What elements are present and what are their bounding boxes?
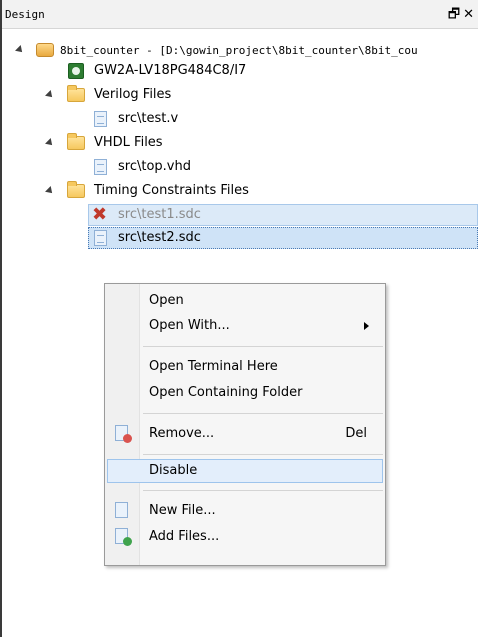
timing-file-1-label: src\test1.sdc bbox=[118, 207, 201, 222]
disabled-x-icon: ✖ bbox=[92, 204, 108, 225]
restore-icon[interactable]: 🗗 bbox=[448, 7, 460, 22]
project-label: 8bit_counter - [D:\gowin_project\8bit_co… bbox=[60, 44, 418, 57]
device-chip-icon bbox=[68, 63, 84, 79]
folder-icon bbox=[67, 181, 85, 198]
tree-item-verilog-file[interactable]: src\test.v bbox=[2, 109, 478, 129]
tree-item-timing-files[interactable]: Timing Constraints Files bbox=[2, 181, 478, 201]
menu-item-new-file[interactable]: New File... bbox=[107, 499, 383, 523]
expand-arrow-icon[interactable] bbox=[45, 186, 55, 196]
menu-separator bbox=[143, 454, 383, 455]
menu-item-open[interactable]: Open bbox=[107, 289, 383, 313]
menu-separator bbox=[143, 490, 383, 491]
panel-title-bar: Design 🗗 ✕ bbox=[2, 0, 478, 29]
remove-file-icon bbox=[115, 425, 132, 443]
folder-icon bbox=[67, 133, 85, 150]
tree-item-vhdl-file[interactable]: src\top.vhd bbox=[2, 157, 478, 177]
timing-folder-label: Timing Constraints Files bbox=[94, 183, 249, 198]
file-icon bbox=[94, 111, 107, 127]
menu-item-add-files[interactable]: Add Files... bbox=[107, 525, 383, 549]
menu-item-remove[interactable]: Remove... Del bbox=[107, 422, 383, 446]
menu-item-open-label: Open bbox=[149, 293, 184, 308]
menu-item-remove-shortcut: Del bbox=[345, 426, 367, 441]
context-menu: Open Open With... Open Terminal Here Ope… bbox=[104, 283, 386, 566]
device-label: GW2A-LV18PG484C8/I7 bbox=[94, 63, 247, 78]
menu-item-new-file-label: New File... bbox=[149, 503, 216, 518]
tree-item-verilog-files[interactable]: Verilog Files bbox=[2, 85, 478, 105]
menu-item-remove-label: Remove... bbox=[149, 426, 215, 441]
vhdl-file-label: src\top.vhd bbox=[118, 159, 191, 174]
add-files-icon bbox=[115, 528, 132, 546]
menu-item-disable[interactable]: Disable bbox=[107, 459, 383, 483]
close-icon[interactable]: ✕ bbox=[463, 7, 474, 22]
project-icon bbox=[36, 43, 54, 57]
expand-arrow-icon[interactable] bbox=[45, 90, 55, 100]
menu-item-disable-label: Disable bbox=[149, 463, 198, 478]
verilog-file-label: src\test.v bbox=[118, 111, 179, 126]
file-icon bbox=[94, 230, 107, 246]
timing-file-2-label: src\test2.sdc bbox=[118, 230, 201, 245]
menu-item-open-containing-folder[interactable]: Open Containing Folder bbox=[107, 381, 383, 405]
verilog-folder-label: Verilog Files bbox=[94, 87, 172, 102]
menu-item-add-files-label: Add Files... bbox=[149, 529, 220, 544]
menu-item-open-containing-folder-label: Open Containing Folder bbox=[149, 385, 303, 400]
new-file-icon bbox=[115, 502, 128, 518]
expand-arrow-icon[interactable] bbox=[45, 138, 55, 148]
submenu-arrow-icon bbox=[364, 322, 369, 330]
menu-item-open-with-label: Open With... bbox=[149, 318, 230, 333]
tree-item-vhdl-files[interactable]: VHDL Files bbox=[2, 133, 478, 153]
folder-icon bbox=[67, 85, 85, 102]
expand-arrow-icon[interactable] bbox=[15, 45, 25, 55]
menu-item-open-terminal-label: Open Terminal Here bbox=[149, 359, 278, 374]
tree-item-timing-file-2[interactable]: src\test2.sdc bbox=[2, 228, 478, 248]
panel-title-icons: 🗗 ✕ bbox=[445, 5, 474, 27]
vhdl-folder-label: VHDL Files bbox=[94, 135, 163, 150]
menu-separator bbox=[143, 413, 383, 414]
menu-item-open-with[interactable]: Open With... bbox=[107, 314, 383, 338]
panel-title: Design bbox=[5, 8, 45, 21]
tree-item-timing-file-1[interactable]: ✖ src\test1.sdc bbox=[2, 205, 478, 225]
menu-item-open-terminal[interactable]: Open Terminal Here bbox=[107, 355, 383, 379]
tree-item-project[interactable]: 8bit_counter - [D:\gowin_project\8bit_co… bbox=[2, 40, 478, 60]
menu-separator bbox=[143, 346, 383, 347]
file-icon bbox=[94, 159, 107, 175]
tree-item-device[interactable]: GW2A-LV18PG484C8/I7 bbox=[2, 61, 478, 81]
